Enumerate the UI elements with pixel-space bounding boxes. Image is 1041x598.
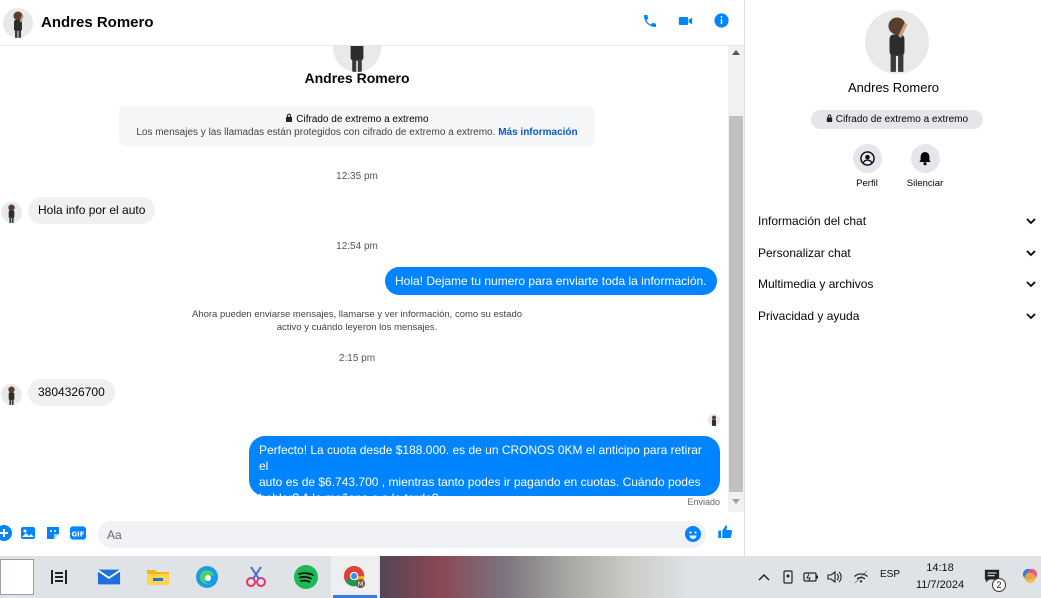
info-icon[interactable] bbox=[713, 12, 730, 29]
mail-app-icon[interactable] bbox=[97, 565, 121, 589]
scroll-thumb[interactable] bbox=[729, 116, 743, 492]
sticker-icon[interactable] bbox=[45, 525, 61, 541]
incoming-message[interactable]: Hola info por el auto bbox=[28, 197, 156, 224]
input-language[interactable]: ESP bbox=[880, 569, 900, 580]
chevron-down-icon bbox=[1026, 217, 1036, 224]
task-view-icon[interactable] bbox=[47, 565, 71, 589]
message-list[interactable]: Andres Romero Cifrado de extremo a extre… bbox=[0, 46, 728, 512]
contact-name[interactable]: Andres Romero bbox=[41, 14, 154, 31]
delivery-status: Enviado bbox=[687, 497, 720, 507]
person-figure-icon bbox=[13, 11, 24, 38]
incoming-message[interactable]: 3804326700 bbox=[28, 379, 115, 406]
svg-text:M: M bbox=[358, 580, 364, 588]
sender-avatar bbox=[1, 202, 22, 223]
timestamp: 2:15 pm bbox=[338, 353, 376, 364]
profile-name: Andres Romero bbox=[847, 80, 940, 95]
person-figure-icon bbox=[8, 386, 15, 405]
chat-header: Andres Romero bbox=[0, 0, 744, 46]
outgoing-message[interactable]: Hola! Dejame tu numero para enviarte tod… bbox=[385, 267, 717, 295]
profile-label: Perfil bbox=[856, 178, 878, 189]
message-scrollbar[interactable] bbox=[728, 46, 744, 512]
person-figure-icon bbox=[712, 415, 716, 426]
gif-icon[interactable]: GIF bbox=[70, 525, 86, 541]
like-icon[interactable] bbox=[717, 524, 733, 540]
clock-date[interactable]: 11/7/2024 bbox=[900, 579, 980, 591]
spotify-icon[interactable] bbox=[294, 565, 318, 589]
taskbar-background-image bbox=[380, 556, 690, 598]
chevron-down-icon bbox=[1026, 312, 1036, 319]
sender-avatar bbox=[1, 384, 22, 405]
clock-time[interactable]: 14:18 bbox=[900, 562, 980, 574]
timestamp: 12:54 pm bbox=[336, 241, 378, 252]
meet-now-icon[interactable] bbox=[780, 569, 796, 585]
battery-icon[interactable] bbox=[803, 569, 819, 585]
message-composer: GIF bbox=[0, 512, 744, 556]
timestamp: 12:35 pm bbox=[336, 171, 378, 182]
image-icon[interactable] bbox=[20, 525, 36, 541]
profile-icon[interactable] bbox=[852, 144, 882, 173]
section-media-files[interactable]: Multimedia y archivos bbox=[758, 274, 1036, 294]
mute-label: Silenciar bbox=[906, 178, 944, 189]
header-actions bbox=[641, 12, 730, 29]
svg-text:GIF: GIF bbox=[71, 529, 84, 538]
wifi-icon[interactable] bbox=[853, 569, 869, 585]
chrome-browser-icon[interactable]: M bbox=[343, 565, 367, 589]
copilot-icon[interactable] bbox=[1022, 568, 1038, 584]
lock-icon bbox=[826, 114, 833, 122]
seen-indicator-avatar bbox=[708, 414, 720, 426]
snipping-tool-icon[interactable] bbox=[244, 565, 268, 589]
plus-icon[interactable] bbox=[0, 525, 12, 541]
more-info-link[interactable]: Más información bbox=[498, 127, 577, 138]
person-figure-icon bbox=[888, 17, 908, 72]
contact-avatar-large bbox=[333, 46, 381, 72]
connection-notice: Ahora pueden enviarse mensajes, llamarse… bbox=[191, 309, 523, 333]
chevron-down-icon bbox=[1026, 280, 1036, 287]
video-call-icon[interactable] bbox=[677, 12, 694, 29]
encryption-description: Los mensajes y las llamadas están proteg… bbox=[136, 127, 496, 138]
person-figure-icon bbox=[350, 46, 364, 72]
chat-info-panel: Andres Romero Cifrado de extremo a extre… bbox=[744, 0, 1041, 556]
mute-action[interactable]: Silenciar bbox=[895, 144, 955, 189]
scroll-down-arrow[interactable] bbox=[732, 499, 740, 504]
section-chat-info[interactable]: Información del chat bbox=[758, 211, 1036, 231]
volume-icon[interactable] bbox=[827, 569, 843, 585]
phone-icon[interactable] bbox=[641, 12, 658, 29]
emoji-icon[interactable] bbox=[685, 526, 701, 542]
profile-avatar[interactable] bbox=[865, 10, 929, 74]
profile-action[interactable]: Perfil bbox=[837, 144, 897, 189]
notification-count-badge: 2 bbox=[992, 578, 1006, 592]
section-customize-chat[interactable]: Personalizar chat bbox=[758, 243, 1036, 263]
scroll-up-arrow[interactable] bbox=[732, 50, 740, 55]
file-explorer-icon[interactable] bbox=[146, 565, 170, 589]
encryption-notice: Cifrado de extremo a extremo Los mensaje… bbox=[119, 106, 595, 146]
message-input[interactable] bbox=[98, 521, 706, 548]
contact-avatar[interactable] bbox=[3, 7, 33, 38]
lock-icon bbox=[286, 113, 293, 122]
chevron-up-icon[interactable] bbox=[756, 569, 772, 585]
bell-icon[interactable] bbox=[910, 144, 940, 173]
person-figure-icon bbox=[8, 204, 15, 223]
edge-browser-icon[interactable] bbox=[195, 565, 219, 589]
windows-taskbar: M ESP 14:18 11/7/2024 2 bbox=[0, 556, 1041, 598]
chat-window: Andres Romero Andres Romero Cifrado de e… bbox=[0, 0, 744, 556]
outgoing-message[interactable]: Perfecto! La cuota desde $188.000. es de… bbox=[249, 436, 720, 505]
taskbar-search-box[interactable] bbox=[0, 559, 34, 595]
section-privacy-help[interactable]: Privacidad y ayuda bbox=[758, 306, 1036, 326]
encryption-title: Cifrado de extremo a extremo bbox=[296, 114, 429, 125]
conversation-title: Andres Romero bbox=[304, 70, 410, 86]
chevron-down-icon bbox=[1026, 249, 1036, 256]
encryption-pill[interactable]: Cifrado de extremo a extremo bbox=[811, 110, 983, 129]
